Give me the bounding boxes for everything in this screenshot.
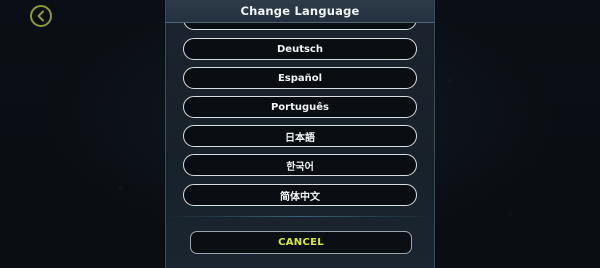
- language-option-simplified-chinese[interactable]: 简体中文: [183, 184, 417, 206]
- language-option-deutsch[interactable]: Deutsch: [183, 38, 417, 60]
- cancel-label: CANCEL: [278, 237, 324, 248]
- dialog-title: Change Language: [240, 4, 360, 18]
- language-option-portugues[interactable]: Português: [183, 96, 417, 118]
- dialog-header: Change Language: [166, 0, 434, 23]
- language-list[interactable]: Italiano Deutsch Español Português 日本語 한…: [166, 0, 434, 216]
- cancel-button[interactable]: CANCEL: [190, 231, 412, 254]
- language-option-japanese[interactable]: 日本語: [183, 125, 417, 147]
- game-screen: Change Language Italiano Deutsch Español…: [0, 0, 600, 268]
- language-option-espanol[interactable]: Español: [183, 67, 417, 89]
- change-language-dialog: Change Language Italiano Deutsch Español…: [165, 0, 435, 268]
- back-button[interactable]: [30, 5, 52, 27]
- chevron-left-icon: [35, 7, 47, 26]
- corner-accent: [191, 232, 198, 239]
- language-option-korean[interactable]: 한국어: [183, 154, 417, 176]
- footer-divider: [166, 216, 434, 217]
